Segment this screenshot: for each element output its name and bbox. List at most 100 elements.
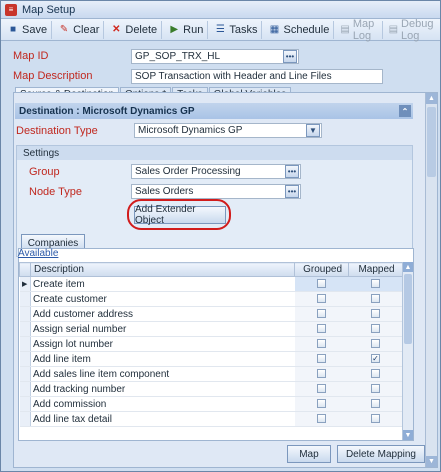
column-description[interactable]: Description	[29, 262, 296, 277]
available-link[interactable]: Available	[18, 248, 58, 259]
delete-button[interactable]: ✕ Delete	[106, 20, 163, 39]
row-description: Create item	[30, 276, 295, 292]
mapped-checkbox[interactable]	[371, 324, 381, 334]
grouped-checkbox[interactable]	[317, 309, 327, 319]
grid-scroll-thumb[interactable]	[404, 274, 412, 344]
map-description-label: Map Description	[13, 70, 93, 82]
panel-scroll-down-icon[interactable]: ▼	[426, 456, 437, 467]
window-title: Map Setup	[22, 3, 76, 16]
title-bar: ≡ Map Setup	[1, 1, 440, 19]
toolbar: ■ Save ✎ Clear ✕ Delete ▶ Run ☰ Tasks ▦ Schedu…	[1, 18, 440, 42]
group-field[interactable]: Sales Order Processing	[131, 164, 301, 179]
map-button[interactable]: Map	[286, 445, 331, 463]
map-description-field[interactable]: SOP Transaction with Header and Line Fil…	[131, 68, 383, 84]
collapse-icon[interactable]: ⌃	[399, 105, 411, 117]
delete-x-icon: ✕	[112, 24, 121, 35]
log-icon: ▤	[340, 24, 350, 35]
bottom-buttons: Map Delete Mapping	[286, 445, 425, 463]
grouped-checkbox[interactable]	[317, 294, 327, 304]
map-id-lookup-button[interactable]: •••	[283, 49, 297, 63]
table-row[interactable]: Add tracking number	[19, 381, 403, 397]
save-button[interactable]: ■ Save	[3, 20, 53, 39]
map-setup-window: ≡ Map Setup ■ Save ✎ Clear ✕ Delete ▶ Run ☰ T…	[0, 0, 441, 472]
mapped-checkbox[interactable]	[371, 339, 381, 349]
table-row[interactable]: Add sales line item component	[19, 366, 403, 382]
scroll-up-icon[interactable]: ▲	[403, 262, 413, 272]
map-fields: Map ID GP_SOP_TRX_HL ••• Map Description…	[1, 41, 440, 85]
table-row[interactable]: Assign lot number	[19, 336, 403, 352]
tasks-button[interactable]: ☰ Tasks	[210, 20, 263, 39]
table-row[interactable]: Add commission	[19, 396, 403, 412]
row-indicator	[19, 291, 31, 307]
grouped-checkbox[interactable]	[317, 354, 327, 364]
app-icon: ≡	[5, 3, 17, 16]
table-row[interactable]: Assign serial number	[19, 321, 403, 337]
row-indicator	[19, 351, 31, 367]
mapped-checkbox[interactable]	[371, 294, 381, 304]
table-row[interactable]: Add line tax detail	[19, 411, 403, 427]
map-id-field[interactable]: GP_SOP_TRX_HL	[131, 48, 299, 64]
schedule-button[interactable]: ▦ Schedule	[264, 20, 335, 39]
destination-type-row: Destination Type Microsoft Dynamics GP ▼	[14, 122, 437, 139]
group-label: Group	[29, 165, 60, 178]
row-description: Create customer	[30, 291, 295, 307]
node-type-lookup-button[interactable]: •••	[285, 185, 299, 198]
grouped-checkbox[interactable]	[317, 399, 327, 409]
table-row[interactable]: Add line item ✓	[19, 351, 403, 367]
debug-log-icon: ▤	[388, 24, 399, 35]
row-description: Add customer address	[30, 306, 295, 322]
floppy-icon: ■	[9, 24, 17, 35]
run-button[interactable]: ▶ Run	[164, 20, 209, 39]
panel-scrollbar[interactable]: ▲ ▼	[425, 93, 437, 467]
column-mapped[interactable]: Mapped	[348, 262, 403, 277]
calendar-icon: ▦	[269, 24, 280, 35]
debug-log-button[interactable]: ▤ Debug Log	[385, 18, 440, 42]
table-header: Description Grouped Mapped	[19, 262, 403, 277]
row-indicator	[19, 321, 31, 337]
mapped-checkbox[interactable]	[371, 399, 381, 409]
panel-scroll-thumb[interactable]	[427, 107, 436, 177]
table-row[interactable]: Create customer	[19, 291, 403, 307]
grouped-checkbox[interactable]	[317, 384, 327, 394]
add-extender-object-button[interactable]: Add Extender Object	[134, 204, 226, 226]
clear-button[interactable]: ✎ Clear	[54, 20, 105, 39]
map-id-row: Map ID GP_SOP_TRX_HL •••	[13, 47, 432, 65]
row-description: Add line item	[30, 351, 295, 367]
node-type-field[interactable]: Sales Orders	[131, 184, 301, 199]
grid-scrollbar[interactable]: ▲ ▼	[402, 262, 413, 440]
destination-type-select[interactable]: Microsoft Dynamics GP	[134, 123, 322, 138]
panel-scroll-up-icon[interactable]: ▲	[426, 93, 437, 104]
eraser-icon: ✎	[59, 24, 69, 35]
row-description: Add sales line item component	[30, 366, 295, 382]
group-lookup-button[interactable]: •••	[285, 165, 299, 178]
map-log-button[interactable]: ▤ Map Log	[336, 18, 383, 42]
table-row[interactable]: Add customer address	[19, 306, 403, 322]
node-type-row: Node Type Sales Orders •••	[17, 183, 412, 200]
delete-mapping-button[interactable]: Delete Mapping	[336, 445, 425, 463]
row-description: Add commission	[30, 396, 295, 412]
grouped-checkbox[interactable]	[317, 414, 327, 424]
scroll-down-icon[interactable]: ▼	[403, 430, 413, 440]
column-grouped[interactable]: Grouped	[294, 262, 350, 277]
row-indicator	[19, 366, 31, 382]
row-pointer-icon: ▶	[19, 276, 31, 292]
mapped-checkbox[interactable]	[371, 309, 381, 319]
mapped-checkbox[interactable]	[371, 414, 381, 424]
map-description-row: Map Description SOP Transaction with Hea…	[13, 67, 432, 85]
grouped-checkbox[interactable]	[317, 279, 327, 289]
table-row[interactable]: ▶ Create item	[19, 276, 403, 292]
mapped-checkbox[interactable]	[371, 369, 381, 379]
chevron-down-icon[interactable]: ▼	[306, 124, 320, 137]
settings-group: Settings Group Sales Order Processing ••…	[16, 145, 413, 257]
map-id-label: Map ID	[13, 50, 49, 62]
row-indicator	[19, 396, 31, 412]
row-indicator	[19, 381, 31, 397]
destination-type-label: Destination Type	[16, 124, 98, 137]
grouped-checkbox[interactable]	[317, 369, 327, 379]
grouped-checkbox[interactable]	[317, 339, 327, 349]
row-indicator	[19, 336, 31, 352]
mapped-checkbox[interactable]: ✓	[371, 354, 381, 364]
mapped-checkbox[interactable]	[371, 384, 381, 394]
grouped-checkbox[interactable]	[317, 324, 327, 334]
mapped-checkbox[interactable]	[371, 279, 381, 289]
